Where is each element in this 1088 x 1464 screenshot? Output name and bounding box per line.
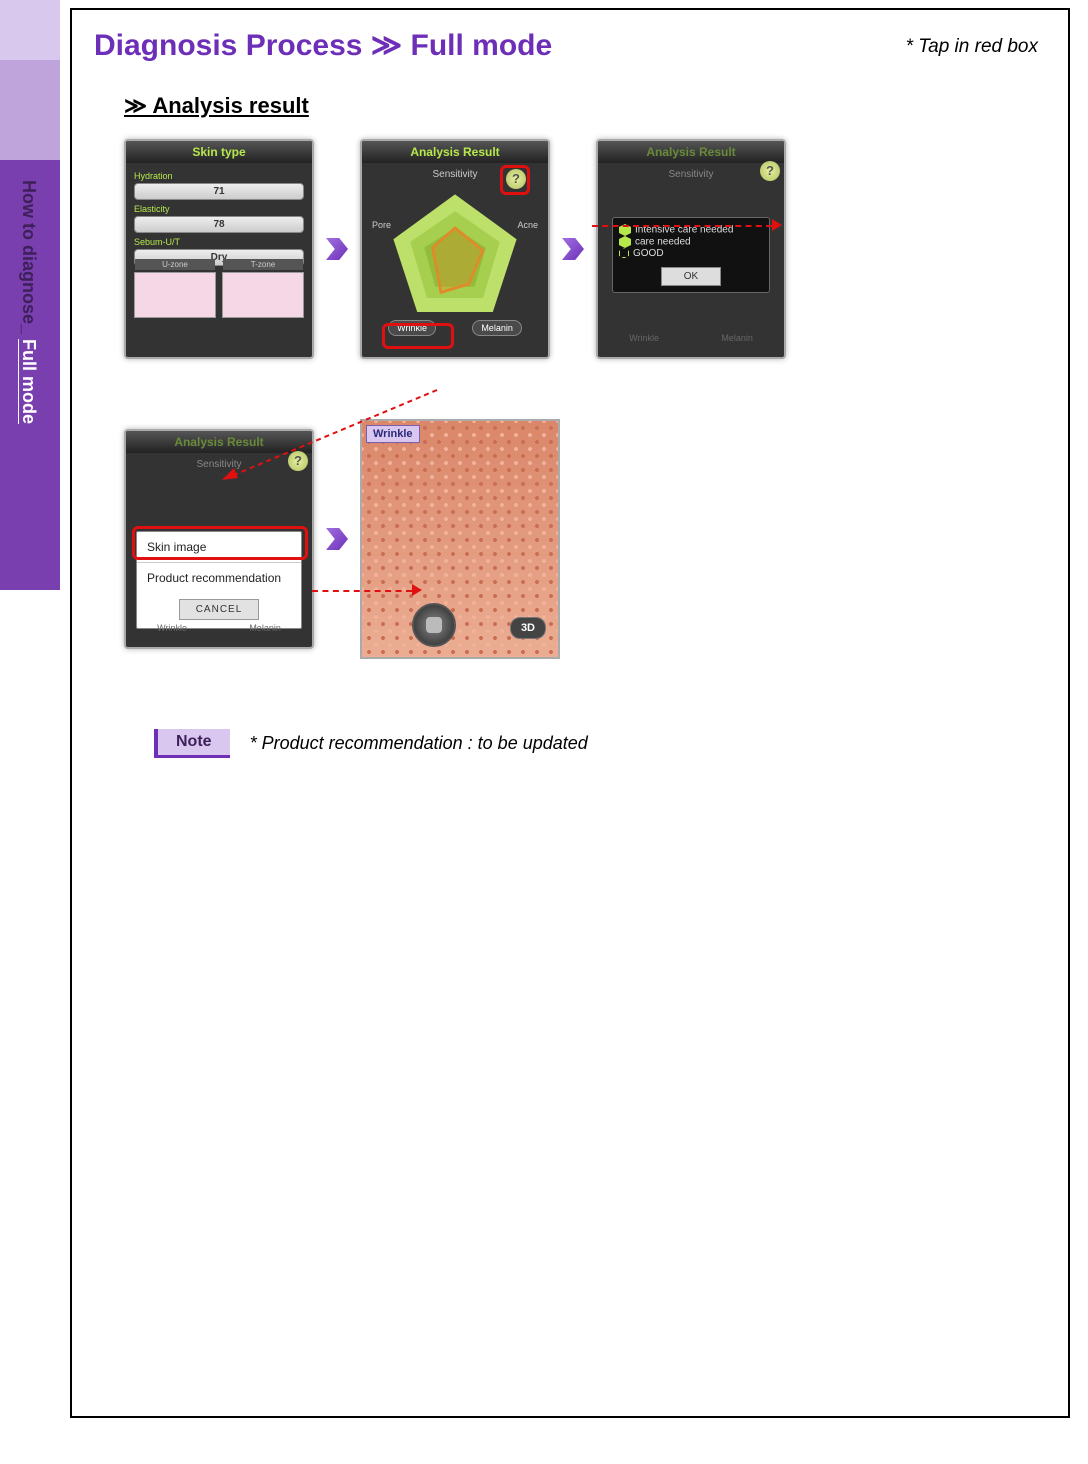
panel-header-skin-type: Skin type (126, 141, 312, 163)
panel-legend-popup: Analysis Result Sensitivity ? Intensive … (596, 139, 786, 359)
help-icon-dim: ? (760, 161, 780, 181)
panel-skin-type: Skin type Hydration 71 Elasticity 78 Seb… (124, 139, 314, 359)
section-title: ≫ Analysis result (124, 93, 1046, 119)
button-3d[interactable]: 3D (510, 617, 546, 639)
help-icon-dim2: ? (288, 451, 308, 471)
tap-hint: * Tap in red box (906, 36, 1038, 58)
sidebar: How to diagnose_ Full mode (0, 0, 60, 1464)
capture-button[interactable] (412, 603, 456, 647)
value-hydration: 71 (134, 183, 304, 200)
panel-header-analysis-dim2: Analysis Result (126, 431, 312, 453)
panel-body-skin-type: Hydration 71 Elasticity 78 Sebum-U/T Dry… (126, 163, 312, 324)
note-row: Note * Product recommendation : to be up… (154, 729, 1046, 758)
arrow-skin-to-wrinkle (312, 590, 412, 592)
panel-header-analysis-dim: Analysis Result (598, 141, 784, 163)
label-melanin-dim: Melanin (721, 333, 753, 343)
note-badge: Note (154, 729, 230, 758)
radar-chart: Pore Acne (370, 186, 540, 326)
legend-item-good: GOOD (619, 248, 763, 259)
page-title: Diagnosis Process ≫ Full mode (94, 28, 1046, 63)
chevron-right-icon (326, 238, 348, 260)
label-elasticity: Elasticity (134, 204, 304, 214)
panel-wrinkle-skin-image: Wrinkle 3D (360, 419, 560, 659)
panel-analysis-radar: Analysis Result Sensitivity Pore Acne Wr… (360, 139, 550, 359)
label-acne: Acne (517, 220, 538, 230)
ok-button[interactable]: OK (661, 267, 721, 286)
panel-skin-image-popup: Analysis Result Sensitivity ? Skin image… (124, 429, 314, 649)
arrowhead-icon (772, 219, 782, 231)
cancel-button[interactable]: CANCEL (179, 599, 259, 620)
sidebar-label: How to diagnose_ Full mode (18, 180, 39, 424)
sidebar-block-2 (0, 60, 60, 160)
u-zone-label: U-zone (135, 259, 215, 270)
sidebar-block-1 (0, 0, 60, 60)
red-box-skin-image (132, 526, 308, 560)
sidebar-block-3: How to diagnose_ Full mode (0, 160, 60, 590)
menu-product-recommendation[interactable]: Product recommendation (137, 563, 301, 593)
arrowhead-icon (412, 584, 422, 596)
label-melanin-dim2: Melanin (249, 623, 281, 633)
red-box-wrinkle (382, 323, 454, 349)
legend-item-care: care needed (619, 236, 763, 248)
row-2: Analysis Result Sensitivity ? Skin image… (124, 419, 1046, 659)
wrinkle-tag: Wrinkle (366, 425, 420, 443)
u-zone-box[interactable]: U-zone (134, 272, 216, 318)
chevron-right-icon (326, 528, 348, 550)
t-zone-box[interactable]: T-zone (222, 272, 304, 318)
zone-row: U-zone T-zone (134, 272, 304, 318)
label-wrinkle-dim2: Wrinkle (157, 623, 187, 633)
label-sensitivity-dim: Sensitivity (606, 169, 776, 180)
label-sensitivity-dim2: Sensitivity (134, 459, 304, 470)
label-wrinkle-dim: Wrinkle (629, 333, 659, 343)
legend-popup: Intensive care needed care needed GOOD O… (612, 217, 770, 293)
label-pore: Pore (372, 220, 391, 230)
panel-body-legend: Sensitivity ? Intensive care needed care… (598, 163, 784, 343)
sidebar-label-bright: Full mode (19, 339, 39, 424)
t-zone-label: T-zone (223, 259, 303, 270)
label-sensitivity: Sensitivity (432, 169, 477, 180)
row-1: Skin type Hydration 71 Elasticity 78 Seb… (124, 139, 1046, 359)
chevron-right-icon (562, 238, 584, 260)
note-text: * Product recommendation : to be updated (250, 733, 588, 754)
value-elasticity: 78 (134, 216, 304, 233)
arrow-help-to-legend (592, 225, 772, 227)
sidebar-label-dim: How to diagnose_ (19, 180, 39, 339)
label-sebum: Sebum-U/T (134, 237, 304, 247)
red-box-help (500, 165, 530, 195)
panel-header-analysis: Analysis Result (362, 141, 548, 163)
label-hydration: Hydration (134, 171, 304, 181)
page: Diagnosis Process ≫ Full mode * Tap in r… (70, 8, 1070, 1418)
